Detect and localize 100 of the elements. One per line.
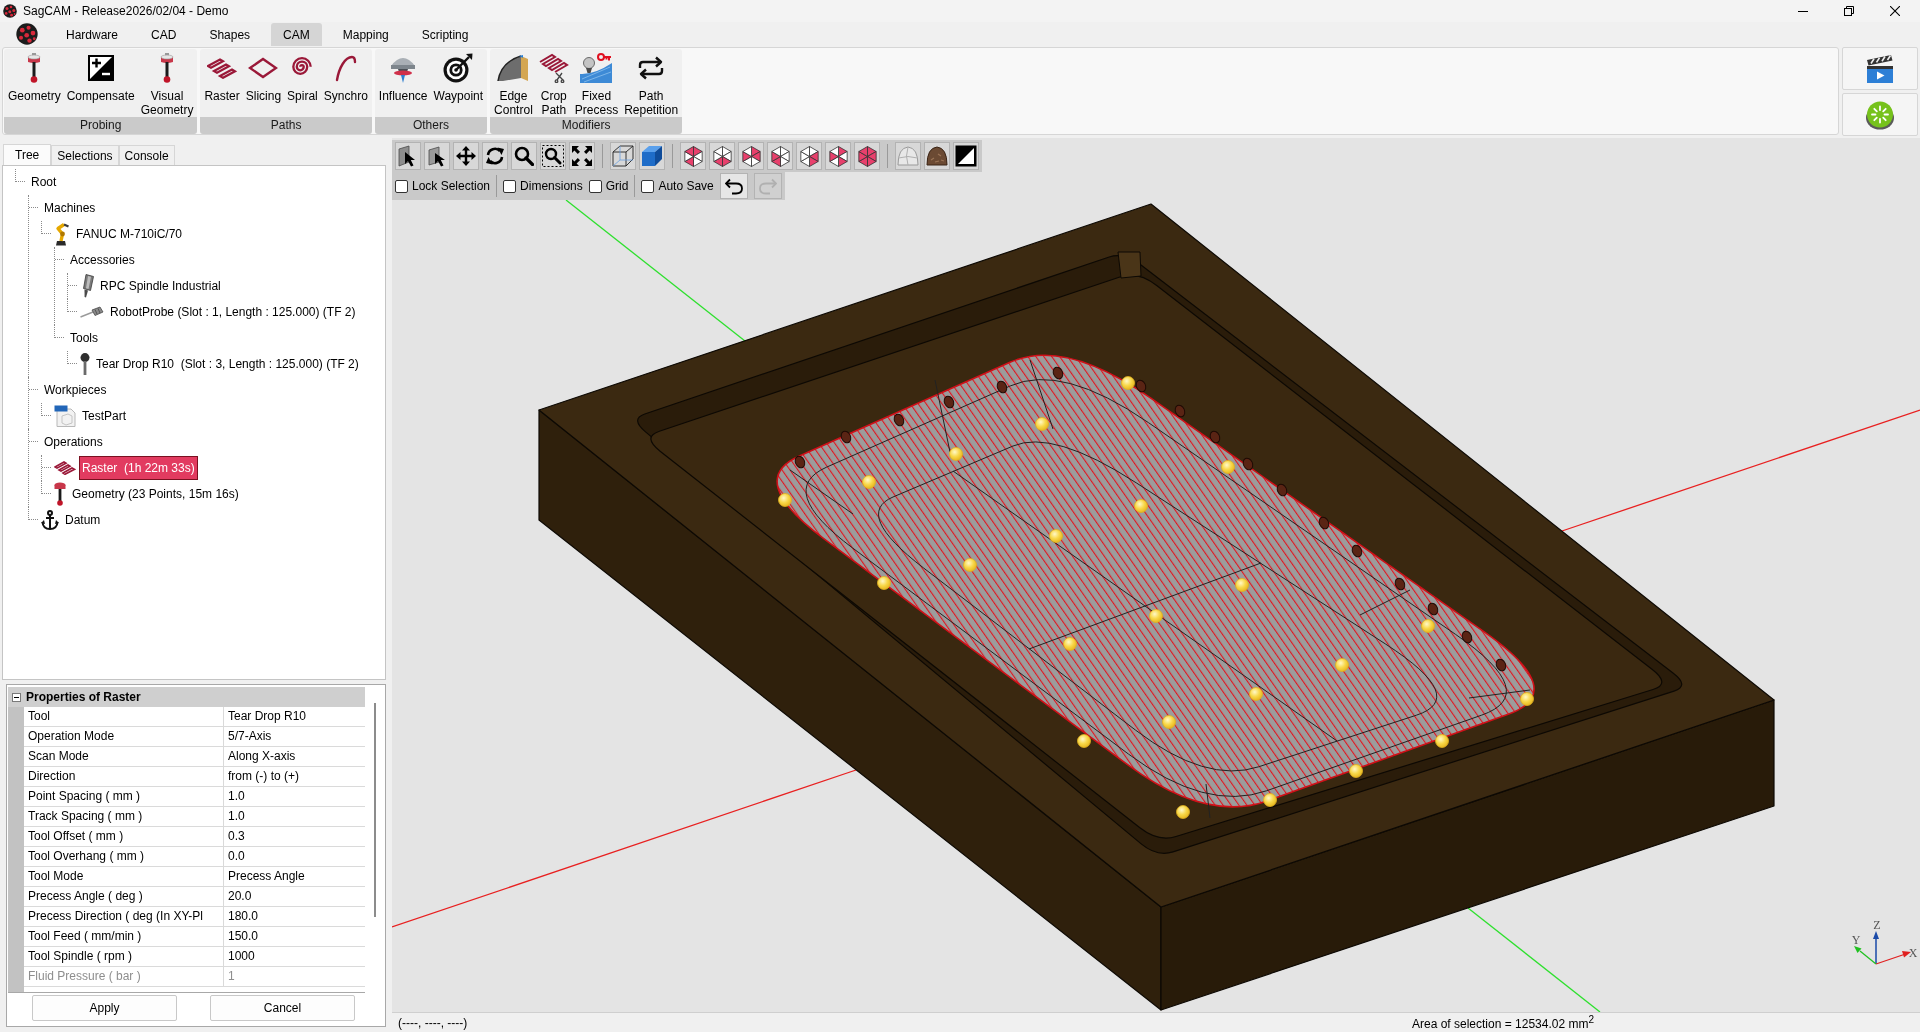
probe-point-marker [1077, 734, 1091, 748]
ball-stylus-icon [80, 353, 90, 375]
view-tool-button[interactable] [854, 142, 880, 170]
view-tool-button[interactable] [825, 142, 851, 170]
view-tool-button[interactable] [540, 142, 566, 170]
tree-item[interactable]: RPC Spindle Industrial [97, 274, 224, 298]
menu-tab[interactable]: CAD [139, 23, 189, 46]
tree-item[interactable]: Accessories [67, 248, 138, 272]
panel-tab[interactable]: Console [118, 145, 175, 165]
probe-point-marker [778, 493, 792, 507]
view-tool-button[interactable] [482, 142, 508, 170]
view-tool-button[interactable] [395, 142, 421, 170]
path-point-marker [1209, 430, 1221, 444]
property-name: Precess Angle ( deg ) [24, 887, 224, 907]
probe-point-marker [1049, 529, 1063, 543]
property-name: Tool Spindle ( rpm ) [24, 947, 224, 967]
probe-point-marker [1162, 715, 1176, 729]
property-name: Tool [24, 707, 224, 727]
tree-item[interactable]: Machines [41, 196, 99, 220]
repeat-arrows-icon [637, 56, 666, 80]
toolbar-button[interactable] [1842, 47, 1918, 90]
redo-icon [758, 177, 777, 195]
panel-tab[interactable]: Selections [51, 145, 119, 165]
dome-icon [897, 146, 919, 166]
menu-tab[interactable]: Shapes [197, 23, 263, 46]
view-tool-button[interactable] [453, 142, 479, 170]
checkbox[interactable] [395, 179, 408, 193]
menu-tab[interactable]: Scripting [409, 23, 481, 46]
tree-item[interactable]: Operations [41, 430, 106, 454]
ribbon-group-label: Others [374, 117, 488, 134]
spindle-icon [80, 274, 94, 298]
view-tool-button[interactable] [738, 142, 764, 170]
view-tool-button[interactable] [767, 142, 793, 170]
checkbox[interactable] [641, 179, 655, 193]
view-tool-button[interactable] [796, 142, 822, 170]
panel-tab[interactable]: Tree [3, 144, 52, 165]
contrast-icon [955, 145, 977, 167]
checkbox[interactable] [503, 179, 517, 193]
tree-item[interactable]: Raster (1h 22m 33s) [79, 456, 198, 480]
dialog-button[interactable]: Apply [32, 995, 177, 1021]
property-name: Direction [24, 767, 224, 787]
tree-item[interactable]: TestPart [79, 404, 129, 428]
checkbox-label[interactable]: Auto Save [658, 179, 714, 193]
tree-item[interactable]: Tools [67, 326, 101, 350]
dialog-button[interactable]: Cancel [210, 995, 355, 1021]
tree-item[interactable]: Root [28, 170, 60, 194]
undo-button[interactable] [719, 173, 748, 199]
checkbox-label[interactable]: Lock Selection [412, 179, 491, 193]
view-tool-button[interactable] [680, 142, 706, 170]
tree-item[interactable]: FANUC M-710iC/70 [73, 222, 186, 246]
view-tool-button[interactable] [924, 142, 950, 170]
property-name: Tool Offset ( mm ) [24, 827, 224, 847]
probe-point-marker [1421, 619, 1435, 633]
view-tool-button[interactable] [511, 142, 537, 170]
tree-item[interactable]: Tear Drop R10 (Slot : 3, Length : 125.000) (TF 2) [93, 352, 362, 376]
close-icon [1890, 6, 1900, 16]
ribbon-button[interactable]: Raster [201, 51, 243, 103]
property-name: Point Spacing ( mm ) [24, 787, 224, 807]
view-tool-button[interactable] [424, 142, 450, 170]
ribbon-group-label: Paths [200, 117, 372, 134]
tree-item[interactable]: Geometry (23 Points, 15m 16s) [69, 482, 242, 506]
ribbon-button[interactable]: Influence [375, 51, 431, 103]
probe-point-marker [949, 447, 963, 461]
checkbox-label[interactable]: Dimensions [520, 179, 583, 193]
ribbon-button[interactable]: Waypoint [430, 51, 487, 103]
path-scissors-icon [538, 53, 569, 83]
cube-view-icon [683, 145, 703, 167]
ribbon-button[interactable]: Crop Path [535, 51, 572, 117]
checkbox[interactable] [588, 179, 602, 193]
view-tool-button[interactable] [569, 142, 595, 170]
rotate-arrows-icon [485, 146, 505, 166]
tree-item[interactable]: Datum [62, 508, 104, 532]
ribbon-button[interactable]: Fixed Precess [571, 51, 622, 117]
view-tool-button[interactable] [953, 142, 979, 170]
axis-label: X [1908, 946, 1918, 960]
ribbon-button[interactable]: Path Repetition [621, 51, 682, 117]
menu-tab[interactable]: Hardware [54, 23, 131, 46]
view-tool-button[interactable] [709, 142, 735, 170]
ribbon-button[interactable]: Compensate [63, 51, 138, 103]
ribbon-button[interactable]: Synchro [320, 51, 371, 103]
x-axis-arrow [1875, 951, 1911, 965]
probe-icon [80, 306, 104, 318]
ribbon-button[interactable]: Visual Geometry [137, 51, 197, 117]
tool-surface-icon [580, 53, 613, 83]
collapse-icon [12, 692, 21, 702]
ribbon-button[interactable]: Spiral [284, 51, 321, 103]
ribbon-button[interactable]: Edge Control [491, 51, 536, 117]
probe-point-marker [1149, 609, 1163, 623]
probe-point-marker [1121, 376, 1135, 390]
document-icon [54, 405, 76, 427]
path-point-marker [1174, 404, 1186, 418]
undo-icon [724, 177, 743, 195]
menu-tab[interactable]: CAM [271, 23, 322, 46]
checkbox-label[interactable]: Grid [605, 179, 629, 193]
tree-item[interactable]: RobotProbe (Slot : 1, Length : 125.000) (TF 2) [107, 300, 359, 324]
ribbon-button[interactable]: Slicing [242, 51, 285, 103]
tree-item[interactable]: Workpieces [41, 378, 110, 402]
ribbon-button[interactable]: Geometry [5, 51, 64, 103]
menu-tab[interactable]: Mapping [330, 23, 401, 46]
scrollbar-thumb[interactable] [374, 703, 376, 917]
